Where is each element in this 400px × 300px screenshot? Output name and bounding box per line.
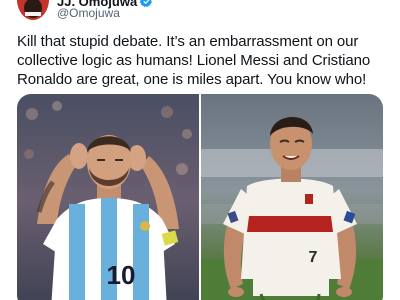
author-handle[interactable]: @Omojuwa	[57, 6, 120, 20]
tweet-media-grid: 10 7	[17, 94, 383, 300]
tweet-text: Kill that stupid debate. It’s an embarra…	[17, 33, 371, 88]
right-jersey-number: 7	[309, 249, 318, 266]
author-avatar[interactable]	[17, 0, 49, 20]
verified-badge-icon	[140, 0, 153, 8]
tweet-card: JJ. Omojuwa @Omojuwa Kill that stupid de…	[0, 0, 400, 300]
media-photo-left[interactable]: 10	[17, 94, 199, 300]
left-jersey-number: 10	[107, 260, 136, 290]
media-photo-right[interactable]: 7	[201, 94, 383, 300]
